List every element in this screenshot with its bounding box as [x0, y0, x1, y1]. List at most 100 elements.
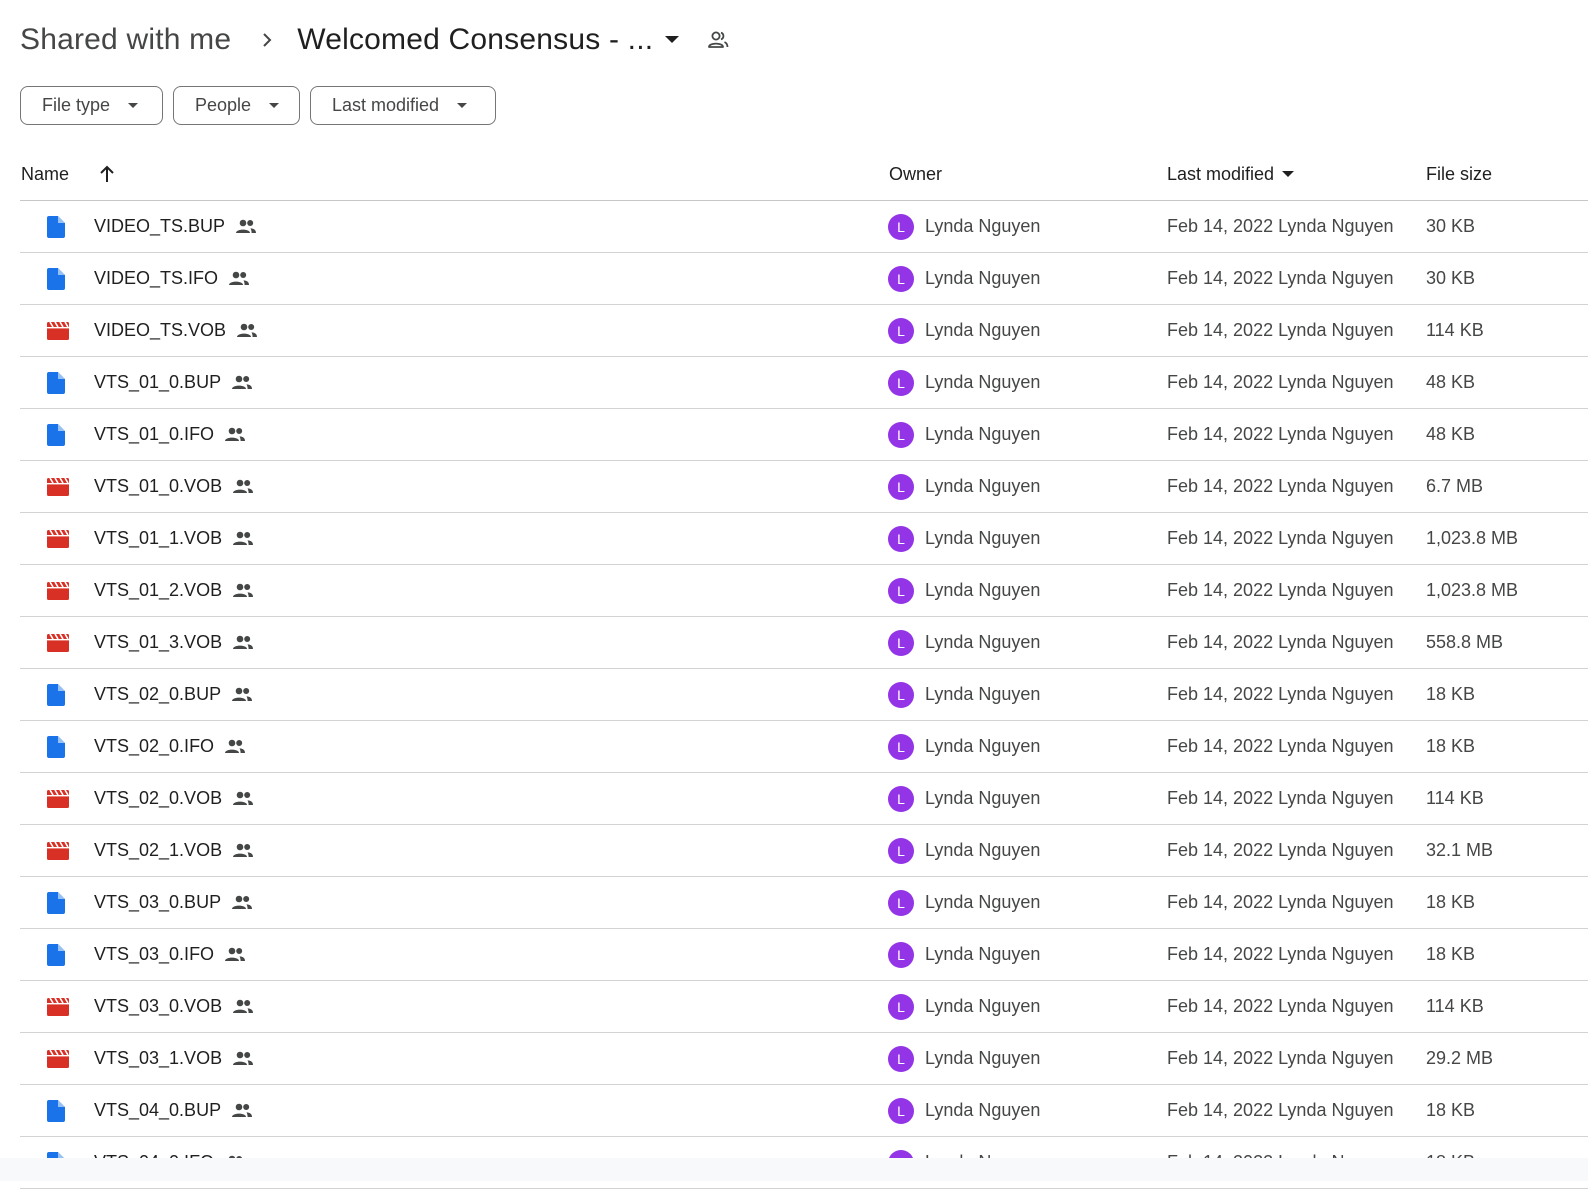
filter-file-type[interactable]: File type: [20, 86, 163, 125]
owner-cell: L Lynda Nguyen: [888, 305, 1040, 356]
table-row[interactable]: VTS_03_0.BUP L Lynda Nguyen Feb 14, 2022 Ly…: [20, 877, 1588, 929]
video-file-icon: [47, 565, 69, 616]
file-name-cell[interactable]: VTS_01_0.VOB: [94, 461, 254, 512]
shared-icon: [224, 739, 246, 754]
file-size-text: 18 KB: [1426, 944, 1476, 964]
file-name-cell[interactable]: VTS_02_1.VOB: [94, 825, 254, 876]
file-name-cell[interactable]: VTS_01_0.BUP: [94, 357, 253, 408]
table-row[interactable]: VTS_01_0.BUP L Lynda Nguyen Feb 14, 2022 Ly…: [20, 357, 1588, 409]
file-name-cell[interactable]: VIDEO_TS.BUP: [94, 201, 257, 252]
owner-name: Lynda Nguyen: [925, 580, 1041, 600]
file-size-cell: 30 KB: [1426, 253, 1475, 304]
table-header: Name Owner Last modified File size: [20, 148, 1588, 201]
table-row[interactable]: VTS_03_1.VOB L Lynda Nguyen Feb 14, 2022 Ly…: [20, 1033, 1588, 1085]
shared-icon: [228, 271, 250, 286]
table-row[interactable]: VTS_01_2.VOB L Lynda Nguyen Feb 14, 2022 Ly…: [20, 565, 1588, 617]
file-name-cell[interactable]: VIDEO_TS.IFO: [94, 253, 250, 304]
avatar: L: [888, 1045, 914, 1072]
file-name-cell[interactable]: VTS_03_1.VOB: [94, 1033, 254, 1084]
video-file-icon: [47, 617, 69, 668]
last-modified-cell: Feb 14, 2022 Lynda Nguyen: [1167, 565, 1394, 616]
caret-down-icon[interactable]: [665, 36, 680, 44]
chevron-right-icon: [261, 31, 273, 49]
last-modified-text: Feb 14, 2022 Lynda Nguyen: [1167, 684, 1394, 704]
file-size-cell: 114 KB: [1426, 305, 1484, 356]
video-file-icon: [47, 1033, 69, 1084]
table-row[interactable]: VTS_03_0.VOB L Lynda Nguyen Feb 14, 2022 Ly…: [20, 981, 1588, 1033]
file-name-cell[interactable]: VTS_01_3.VOB: [94, 617, 254, 668]
caret-down-icon: [457, 103, 468, 108]
last-modified-cell: Feb 14, 2022 Lynda Nguyen: [1167, 825, 1394, 876]
avatar: L: [888, 733, 914, 760]
file-name-cell[interactable]: VTS_01_0.IFO: [94, 409, 246, 460]
file-name-cell[interactable]: VTS_02_0.VOB: [94, 773, 254, 824]
table-row[interactable]: VTS_01_1.VOB L Lynda Nguyen Feb 14, 2022 Ly…: [20, 513, 1588, 565]
table-row[interactable]: VTS_04_0.BUP L Lynda Nguyen Feb 14, 2022 Ly…: [20, 1085, 1588, 1137]
file-name-cell[interactable]: VTS_02_0.BUP: [94, 669, 253, 720]
file-size-text: 29.2 MB: [1426, 1048, 1494, 1068]
owner-cell: L Lynda Nguyen: [888, 513, 1040, 564]
last-modified-text: Feb 14, 2022 Lynda Nguyen: [1167, 1048, 1394, 1068]
owner-cell: L Lynda Nguyen: [888, 201, 1040, 252]
table-row[interactable]: VIDEO_TS.IFO L Lynda Nguyen Feb 14, 2022 Ly…: [20, 253, 1588, 305]
file-size-cell: 18 KB: [1426, 721, 1475, 772]
filter-last-modified[interactable]: Last modified: [310, 86, 496, 125]
column-header-owner[interactable]: Owner: [889, 148, 942, 200]
owner-cell: L Lynda Nguyen: [888, 1033, 1040, 1084]
table-row[interactable]: VTS_02_0.IFO L Lynda Nguyen Feb 14, 2022 Ly…: [20, 721, 1588, 773]
file-name-cell[interactable]: VTS_03_0.VOB: [94, 981, 254, 1032]
column-header-last-modified[interactable]: Last modified: [1167, 148, 1295, 200]
last-modified-text: Feb 14, 2022 Lynda Nguyen: [1167, 424, 1394, 444]
last-modified-cell: Feb 14, 2022 Lynda Nguyen: [1167, 409, 1394, 460]
file-name-cell[interactable]: VTS_04_0.BUP: [94, 1085, 253, 1136]
file-size-text: 48 KB: [1426, 372, 1476, 392]
shared-icon: [232, 791, 254, 806]
column-owner-label: Owner: [889, 163, 943, 184]
owner-name: Lynda Nguyen: [925, 944, 1041, 964]
filter-people[interactable]: People: [173, 86, 300, 125]
breadcrumb-root-shared-with-me[interactable]: Shared with me: [20, 23, 231, 57]
table-row[interactable]: VTS_02_1.VOB L Lynda Nguyen Feb 14, 2022 Ly…: [20, 825, 1588, 877]
file-name: VTS_02_0.VOB: [94, 788, 223, 808]
last-modified-text: Feb 14, 2022 Lynda Nguyen: [1167, 1100, 1394, 1120]
file-name-cell[interactable]: VTS_02_0.IFO: [94, 721, 246, 772]
file-size-text: 32.1 MB: [1426, 840, 1494, 860]
folder-title: Welcomed Consensus - ...: [297, 23, 654, 56]
owner-name: Lynda Nguyen: [925, 372, 1041, 392]
last-modified-cell: Feb 14, 2022 Lynda Nguyen: [1167, 877, 1394, 928]
table-row[interactable]: VTS_02_0.BUP L Lynda Nguyen Feb 14, 2022 Ly…: [20, 669, 1588, 721]
file-name: VIDEO_TS.VOB: [94, 320, 227, 340]
owner-name: Lynda Nguyen: [925, 632, 1041, 652]
last-modified-text: Feb 14, 2022 Lynda Nguyen: [1167, 840, 1394, 860]
file-name-cell[interactable]: VTS_01_2.VOB: [94, 565, 254, 616]
table-row[interactable]: VTS_01_3.VOB L Lynda Nguyen Feb 14, 2022 Ly…: [20, 617, 1588, 669]
video-file-icon: [47, 461, 69, 512]
shared-people-icon[interactable]: [707, 31, 729, 49]
file-size-cell: 30 KB: [1426, 201, 1475, 252]
file-name-cell[interactable]: VTS_03_0.IFO: [94, 929, 246, 980]
last-modified-text: Feb 14, 2022 Lynda Nguyen: [1167, 372, 1394, 392]
table-row[interactable]: VIDEO_TS.BUP L Lynda Nguyen Feb 14, 2022 Ly…: [20, 201, 1588, 253]
last-modified-text: Feb 14, 2022 Lynda Nguyen: [1167, 476, 1394, 496]
table-row[interactable]: VTS_01_0.VOB L Lynda Nguyen Feb 14, 2022 Ly…: [20, 461, 1588, 513]
table-row[interactable]: VTS_01_0.IFO L Lynda Nguyen Feb 14, 2022 Ly…: [20, 409, 1588, 461]
breadcrumb-current-folder[interactable]: Welcomed Consensus - ...: [297, 23, 680, 57]
file-size-text: 48 KB: [1426, 424, 1476, 444]
file-name-cell[interactable]: VTS_03_0.BUP: [94, 877, 253, 928]
last-modified-cell: Feb 14, 2022 Lynda Nguyen: [1167, 669, 1394, 720]
column-header-file-size[interactable]: File size: [1426, 148, 1492, 200]
column-header-name[interactable]: Name: [21, 148, 115, 200]
file-name-cell[interactable]: VIDEO_TS.VOB: [94, 305, 258, 356]
table-row[interactable]: VTS_03_0.IFO L Lynda Nguyen Feb 14, 2022 Ly…: [20, 929, 1588, 981]
avatar: L: [888, 369, 914, 396]
table-row[interactable]: VTS_02_0.VOB L Lynda Nguyen Feb 14, 2022 Ly…: [20, 773, 1588, 825]
file-name-cell[interactable]: VTS_01_1.VOB: [94, 513, 254, 564]
arrow-up-icon[interactable]: [99, 165, 115, 183]
last-modified-cell: Feb 14, 2022 Lynda Nguyen: [1167, 1085, 1394, 1136]
file-size-cell: 18 KB: [1426, 669, 1475, 720]
owner-name: Lynda Nguyen: [925, 216, 1041, 236]
file-size-cell: 18 KB: [1426, 929, 1475, 980]
last-modified-cell: Feb 14, 2022 Lynda Nguyen: [1167, 201, 1394, 252]
shared-icon: [232, 635, 254, 650]
table-row[interactable]: VIDEO_TS.VOB L Lynda Nguyen Feb 14, 2022 Ly…: [20, 305, 1588, 357]
